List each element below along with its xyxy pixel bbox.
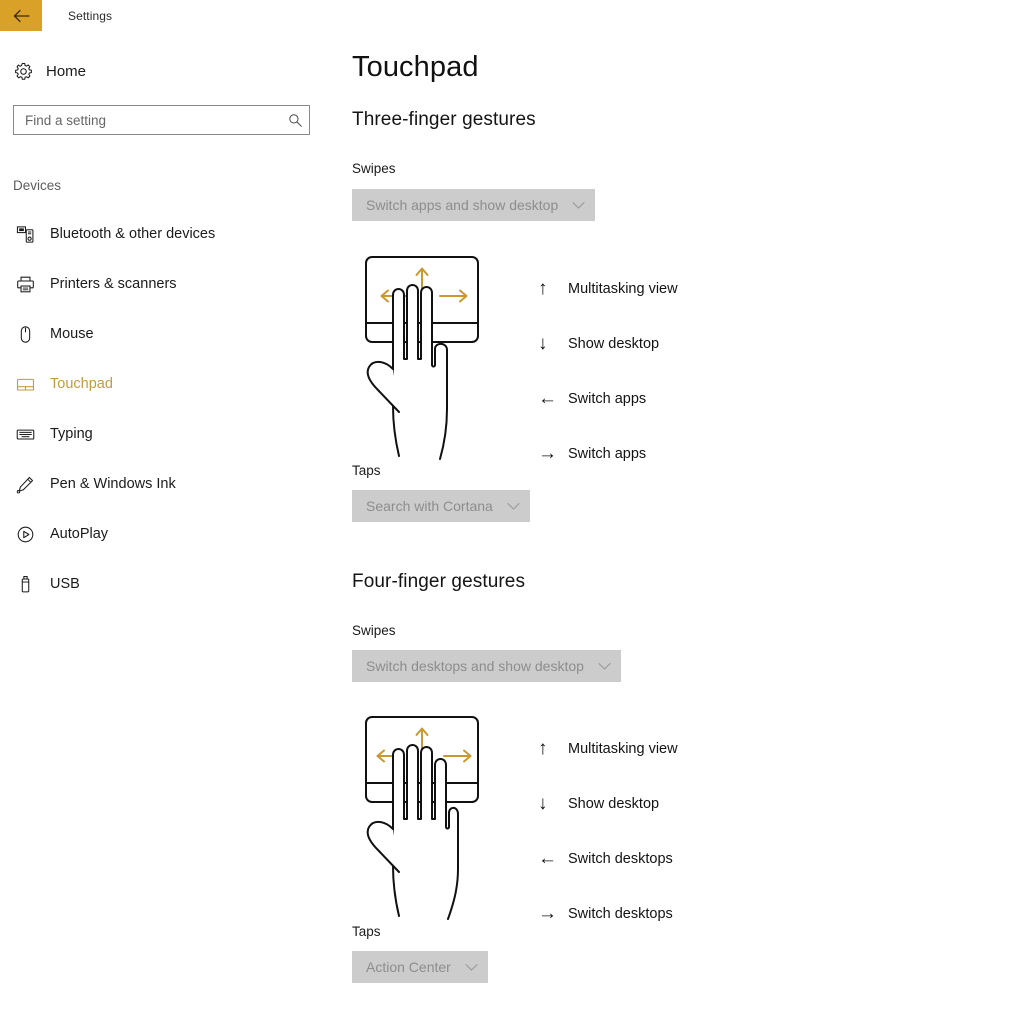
chevron-down-icon: [507, 502, 520, 511]
legend-action-label: Switch apps: [568, 445, 647, 462]
sidebar-item-label: Pen & Windows Ink: [50, 476, 176, 492]
search-box[interactable]: [13, 105, 310, 135]
legend-action-label: Multitasking view: [568, 280, 678, 297]
section-heading-three-finger: Three-finger gestures: [352, 109, 536, 130]
sidebar-item-printers-scanners[interactable]: Printers & scanners: [0, 259, 330, 309]
three-finger-gesture-figure: ↑ Multitasking view ↓ Show desktop ← Swi…: [352, 249, 678, 481]
chevron-down-icon: [465, 963, 478, 972]
sidebar-home-label: Home: [46, 62, 87, 80]
sidebar-item-label: Typing: [50, 426, 93, 442]
window-title: Settings: [68, 8, 113, 23]
arrow-down-icon: ↓: [538, 793, 548, 814]
page-title: Touchpad: [352, 51, 479, 83]
three-finger-touchpad-illustration: [352, 249, 502, 472]
chevron-down-icon: [598, 662, 611, 671]
autoplay-icon: [12, 525, 38, 544]
gear-icon: [10, 62, 36, 81]
four-finger-gesture-figure: ↑ Multitasking view ↓ Show desktop ← Swi…: [352, 709, 678, 941]
sidebar-item-label: Bluetooth & other devices: [50, 226, 216, 242]
bluetooth-devices-icon: [12, 225, 38, 244]
three-finger-swipes-dropdown[interactable]: Switch apps and show desktop: [352, 189, 596, 221]
arrow-down-icon: ↓: [538, 333, 548, 354]
arrow-right-icon: →: [538, 903, 557, 924]
legend-row: ↓ Show desktop: [538, 316, 678, 371]
search-icon[interactable]: [281, 113, 309, 128]
pen-icon: [12, 475, 38, 494]
sidebar-nav-list: Bluetooth & other devices Printers & sca…: [0, 209, 330, 609]
three-finger-taps-dropdown[interactable]: Search with Cortana: [352, 490, 530, 522]
legend-row: ← Switch apps: [538, 371, 678, 426]
legend-row: → Switch desktops: [538, 886, 678, 941]
legend-action-label: Show desktop: [568, 335, 660, 352]
sidebar-item-home[interactable]: Home: [10, 55, 86, 87]
arrow-up-icon: ↑: [538, 278, 548, 299]
back-button[interactable]: [0, 0, 42, 31]
sidebar-item-label: Printers & scanners: [50, 276, 177, 292]
legend-row: ← Switch desktops: [538, 831, 678, 886]
back-arrow-icon: [13, 9, 30, 23]
sidebar-item-mouse[interactable]: Mouse: [0, 309, 330, 359]
sidebar-item-pen-windows-ink[interactable]: Pen & Windows Ink: [0, 459, 330, 509]
touchpad-icon: [12, 375, 38, 394]
three-finger-swipes-label: Swipes: [352, 161, 396, 176]
section-heading-four-finger: Four-finger gestures: [352, 571, 526, 592]
three-finger-legend: ↑ Multitasking view ↓ Show desktop ← Swi…: [538, 249, 678, 481]
legend-row: ↑ Multitasking view: [538, 261, 678, 316]
legend-action-label: Switch desktops: [568, 850, 673, 867]
three-finger-taps-label: Taps: [352, 463, 381, 478]
settings-window: Settings Home Devices: [0, 0, 1024, 1022]
dropdown-value: Switch apps and show desktop: [366, 197, 559, 213]
dropdown-value: Switch desktops and show desktop: [366, 658, 584, 674]
chevron-down-icon: [572, 201, 585, 210]
sidebar-item-label: Touchpad: [50, 376, 113, 392]
sidebar-section-label: Devices: [13, 178, 62, 193]
arrow-left-icon: ←: [538, 388, 557, 409]
search-input[interactable]: [14, 112, 281, 128]
legend-action-label: Switch apps: [568, 390, 647, 407]
arrow-up-icon: ↑: [538, 738, 548, 759]
sidebar: Home Devices: [0, 31, 330, 1022]
sidebar-item-typing[interactable]: Typing: [0, 409, 330, 459]
arrow-right-icon: →: [538, 443, 557, 464]
legend-action-label: Multitasking view: [568, 740, 678, 757]
legend-action-label: Show desktop: [568, 795, 660, 812]
four-finger-legend: ↑ Multitasking view ↓ Show desktop ← Swi…: [538, 709, 678, 941]
sidebar-item-label: AutoPlay: [50, 526, 109, 542]
keyboard-icon: [12, 425, 38, 444]
legend-action-label: Switch desktops: [568, 905, 673, 922]
arrow-left-icon: ←: [538, 848, 557, 869]
four-finger-taps-label: Taps: [352, 924, 381, 939]
four-finger-swipes-dropdown[interactable]: Switch desktops and show desktop: [352, 650, 621, 682]
title-bar: Settings: [0, 0, 1024, 31]
sidebar-item-touchpad[interactable]: Touchpad: [0, 359, 330, 409]
sidebar-item-autoplay[interactable]: AutoPlay: [0, 509, 330, 559]
legend-row: ↓ Show desktop: [538, 776, 678, 831]
sidebar-item-usb[interactable]: USB: [0, 559, 330, 609]
printer-icon: [12, 275, 38, 294]
sidebar-item-bluetooth-other-devices[interactable]: Bluetooth & other devices: [0, 209, 330, 259]
four-finger-swipes-label: Swipes: [352, 623, 396, 638]
usb-icon: [12, 575, 38, 594]
sidebar-item-label: Mouse: [50, 326, 94, 342]
sidebar-item-label: USB: [50, 576, 80, 592]
four-finger-touchpad-illustration: [352, 709, 502, 932]
legend-row: → Switch apps: [538, 426, 678, 481]
dropdown-value: Action Center: [366, 959, 451, 975]
four-finger-taps-dropdown[interactable]: Action Center: [352, 951, 488, 983]
main-content: Touchpad Three-finger gestures Swipes Sw…: [330, 31, 1024, 1022]
legend-row: ↑ Multitasking view: [538, 721, 678, 776]
dropdown-value: Search with Cortana: [366, 498, 493, 514]
mouse-icon: [12, 325, 38, 344]
